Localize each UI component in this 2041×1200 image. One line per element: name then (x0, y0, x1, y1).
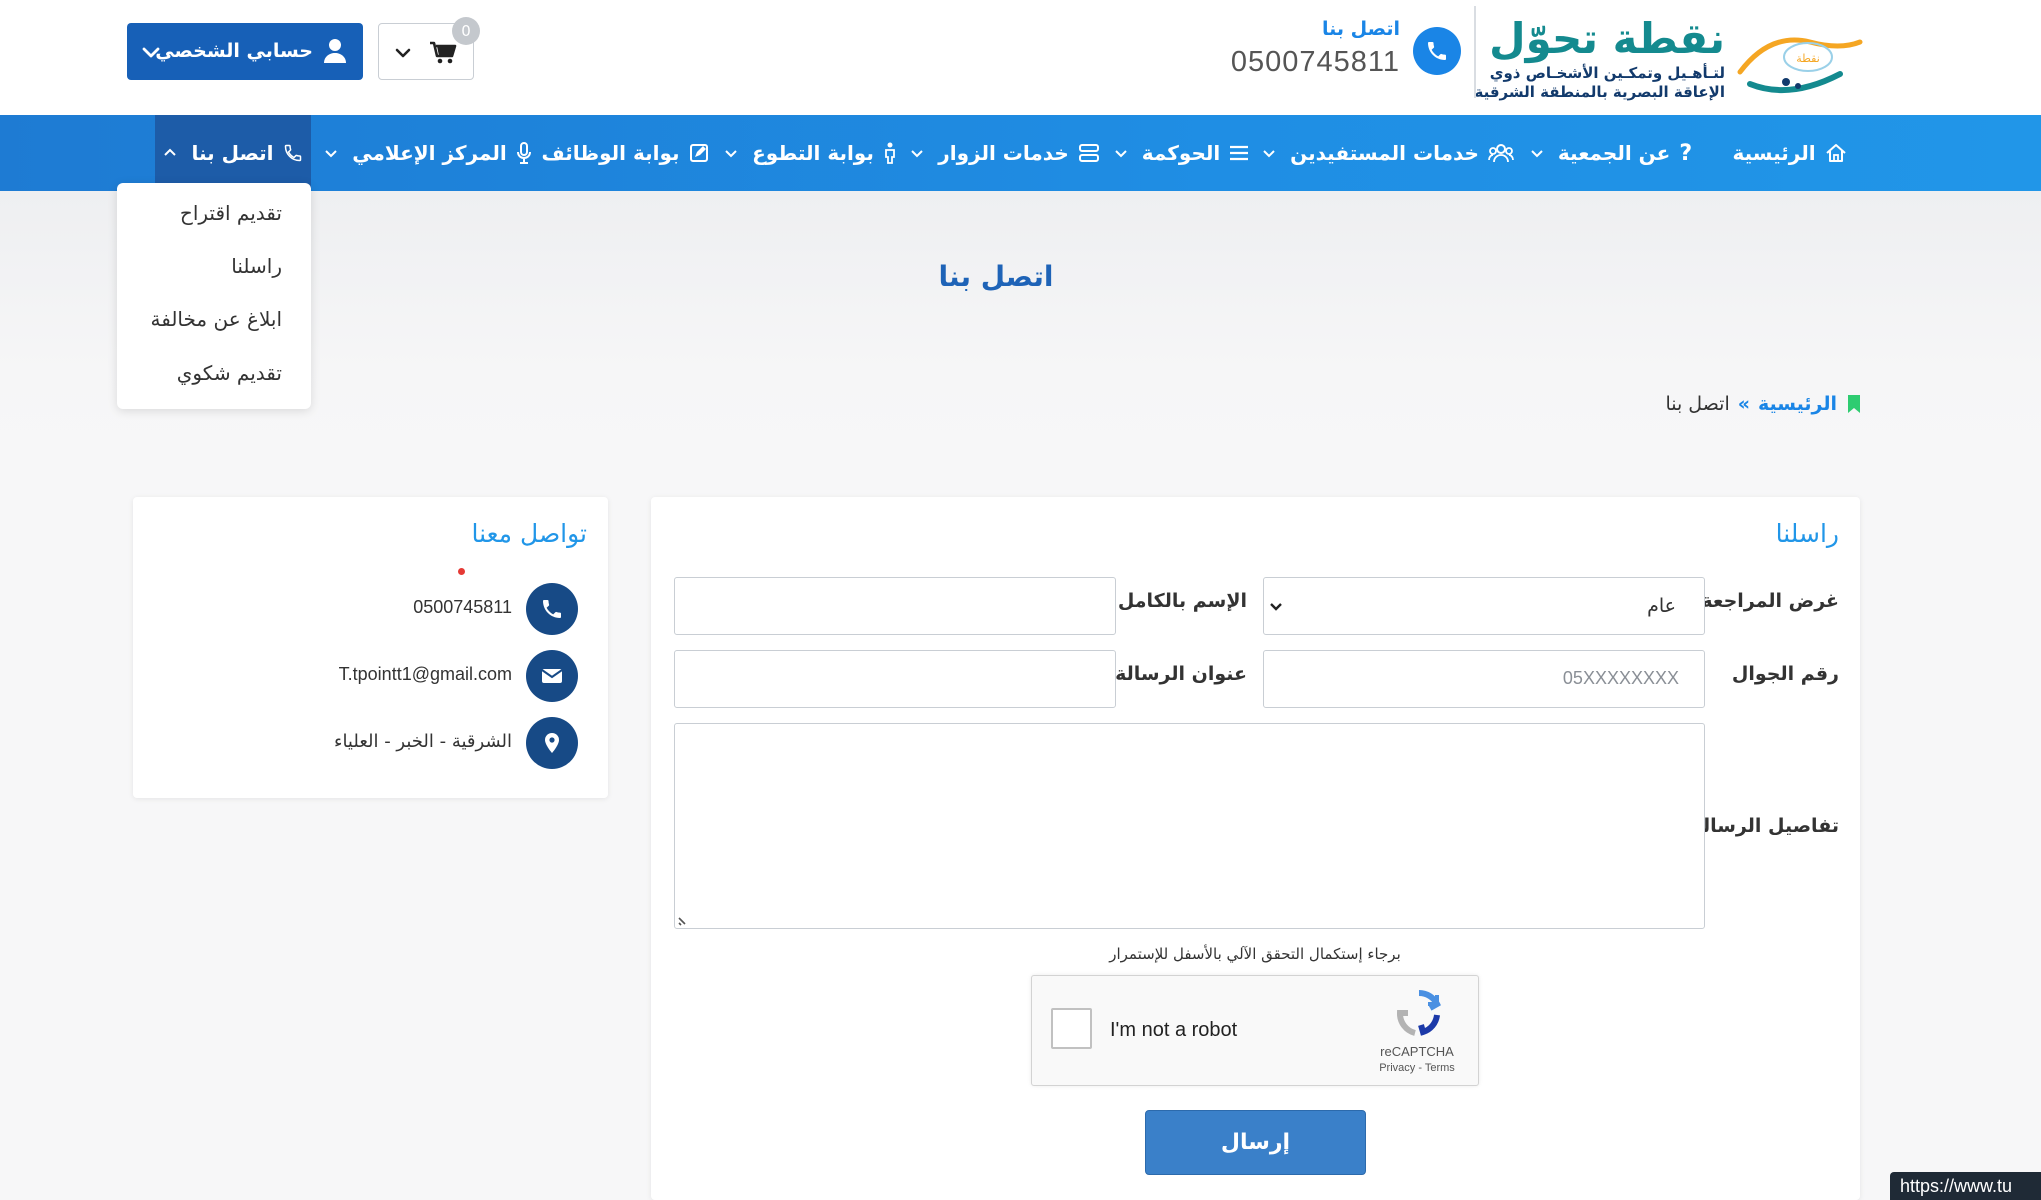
server-icon (1078, 143, 1100, 163)
mobile-label: رقم الجوال (1731, 663, 1839, 685)
full-name-input[interactable] (674, 577, 1116, 635)
mobile-placeholder: 05XXXXXXXX (1562, 668, 1679, 688)
microphone-icon (516, 142, 532, 164)
nav-item-about[interactable]: ? عن الجمعية (1522, 115, 1700, 191)
edit-icon (689, 143, 709, 163)
user-icon (324, 39, 346, 63)
chevron-down-icon (724, 146, 738, 160)
nav-item-governance[interactable]: الحوكمة (1108, 115, 1255, 191)
info-address: الشرقية - الخبر - العلياء (333, 731, 512, 752)
nav-item-home[interactable]: الرئيسية (1707, 115, 1872, 191)
nav-label: المركز الإعلامي (352, 141, 507, 165)
dropdown-item-suggestion[interactable]: تقديم اقتراح (180, 201, 282, 225)
location-pin-icon (526, 717, 578, 769)
nav-item-visitor-services[interactable]: خدمات الزوار (910, 115, 1100, 191)
chevron-down-icon (910, 146, 924, 160)
subject-label: عنوان الرسالة (1115, 663, 1247, 685)
recaptcha-brand: reCAPTCHA (1380, 1044, 1454, 1059)
details-label: تفاصيل الرسالة (1691, 815, 1839, 837)
decorative-dot (458, 568, 465, 575)
purpose-selected-value: عام (1647, 595, 1676, 617)
chevron-down-icon (1270, 603, 1282, 611)
page-title: اتصل بنا (938, 260, 1054, 293)
purpose-label: غرض المراجعة (1701, 590, 1839, 612)
subject-input[interactable] (674, 650, 1116, 708)
phone-icon (526, 583, 578, 635)
nav-label: خدمات الزوار (938, 141, 1069, 165)
message-form-card: راسلنا غرض المراجعة عام الإسم بالكامل رق… (651, 497, 1860, 1200)
dropdown-item-report-violation[interactable]: ابلاغ عن مخالفة (150, 307, 282, 331)
contact-info-heading: تواصل معنا (471, 519, 587, 548)
full-name-label: الإسم بالكامل (1117, 590, 1247, 612)
info-email[interactable]: T.tpointt1@gmail.com (339, 664, 512, 685)
captcha-instruction: برجاء إستكمال التحقق الآلي بالأسفل للإست… (1109, 945, 1401, 963)
chevron-down-icon (1530, 146, 1544, 160)
form-heading: راسلنا (1775, 519, 1839, 548)
logo-subtitle: لتـأهـيل وتمكـين الأشخـاص ذوي (1489, 64, 1725, 82)
nav-item-media-center[interactable]: المركز الإعلامي (324, 115, 532, 191)
envelope-icon (526, 650, 578, 702)
nav-item-beneficiaries[interactable]: خدمات المستفيدين (1262, 115, 1514, 191)
breadcrumb: الرئيسية » اتصل بنا (1665, 393, 1861, 415)
contact-info-card: تواصل معنا 0500745811 T.tpointt1@gmail.c… (133, 497, 608, 798)
nav-label: بوابة التطوع (752, 141, 874, 165)
bookmark-icon (1847, 394, 1861, 414)
status-bar-url: https://www.tu (1890, 1172, 2041, 1200)
svg-text:نقطة: نقطة (1796, 52, 1820, 65)
nav-label: الرئيسية (1732, 141, 1816, 165)
dropdown-item-complaint[interactable]: تقديم شكوي (177, 361, 282, 385)
header-phone-number[interactable]: 0500745811 (1180, 46, 1400, 79)
home-icon (1825, 142, 1847, 164)
nav-item-contact[interactable]: اتصل بنا (155, 115, 311, 191)
details-textarea[interactable] (674, 723, 1705, 929)
logo-subtitle: الإعاقة البصرية بالمنطقة الشرقية (1474, 83, 1725, 101)
breadcrumb-home-link[interactable]: الرئيسية (1758, 393, 1837, 415)
mobile-input[interactable]: 05XXXXXXXX (1263, 650, 1705, 708)
recaptcha-widget: I'm not a robot reCAPTCHA Privacy - Term… (1031, 975, 1479, 1086)
question-icon: ? (1679, 140, 1693, 166)
site-logo[interactable]: نقطة نقطة تحوّل لتـأهـيل وتمكـين الأشخـا… (1474, 12, 1870, 102)
chevron-down-icon (395, 48, 411, 58)
purpose-select[interactable]: عام (1263, 577, 1705, 635)
chevron-down-icon (324, 146, 338, 160)
chevron-up-icon (163, 146, 177, 160)
recaptcha-logo-icon (1397, 989, 1441, 1036)
nav-label: عن الجمعية (1557, 141, 1671, 165)
my-account-button[interactable]: حسابي الشخصي (127, 23, 363, 80)
list-icon (1229, 144, 1249, 162)
phone-icon[interactable] (1413, 27, 1461, 75)
chevron-down-icon (1262, 146, 1276, 160)
nav-label: خدمات المستفيدين (1290, 141, 1479, 165)
captcha-checkbox[interactable] (1051, 1008, 1092, 1049)
info-phone[interactable]: 0500745811 (413, 597, 512, 618)
site-header: نقطة نقطة تحوّل لتـأهـيل وتمكـين الأشخـا… (0, 0, 2041, 115)
contact-dropdown-menu: تقديم اقتراح راسلنا ابلاغ عن مخالفة تقدي… (117, 183, 311, 409)
call-us-label: اتصل بنا (1322, 18, 1400, 40)
breadcrumb-current: اتصل بنا (1665, 393, 1730, 415)
logo-title: نقطة تحوّل (1489, 14, 1725, 63)
nav-item-volunteer[interactable]: بوابة التطوع (718, 115, 903, 191)
person-icon (883, 142, 897, 164)
nav-label: بوابة الوظائف (541, 141, 680, 165)
dropdown-item-message-us[interactable]: راسلنا (231, 254, 282, 278)
breadcrumb-separator: » (1737, 393, 1751, 415)
nav-label: اتصل بنا (191, 141, 274, 165)
users-icon (1488, 142, 1514, 164)
cart-icon (430, 41, 457, 64)
logo-mark-icon: نقطة (1737, 37, 1863, 94)
phone-icon (283, 143, 303, 163)
main-nav: الرئيسية ? عن الجمعية خدمات المستفيدين ا… (0, 115, 2041, 191)
chevron-down-icon (1114, 146, 1128, 160)
recaptcha-privacy-terms[interactable]: Privacy - Terms (1362, 1062, 1472, 1074)
submit-button[interactable]: إرسال (1145, 1110, 1366, 1175)
my-account-label: حسابي الشخصي (155, 40, 313, 62)
nav-item-jobs[interactable]: بوابة الوظائف (540, 115, 710, 191)
cart-count-badge: 0 (452, 17, 480, 45)
captcha-label: I'm not a robot (1110, 1019, 1238, 1041)
header-divider (1474, 6, 1476, 98)
nav-label: الحوكمة (1141, 141, 1221, 165)
resize-grip-icon[interactable] (677, 912, 691, 926)
